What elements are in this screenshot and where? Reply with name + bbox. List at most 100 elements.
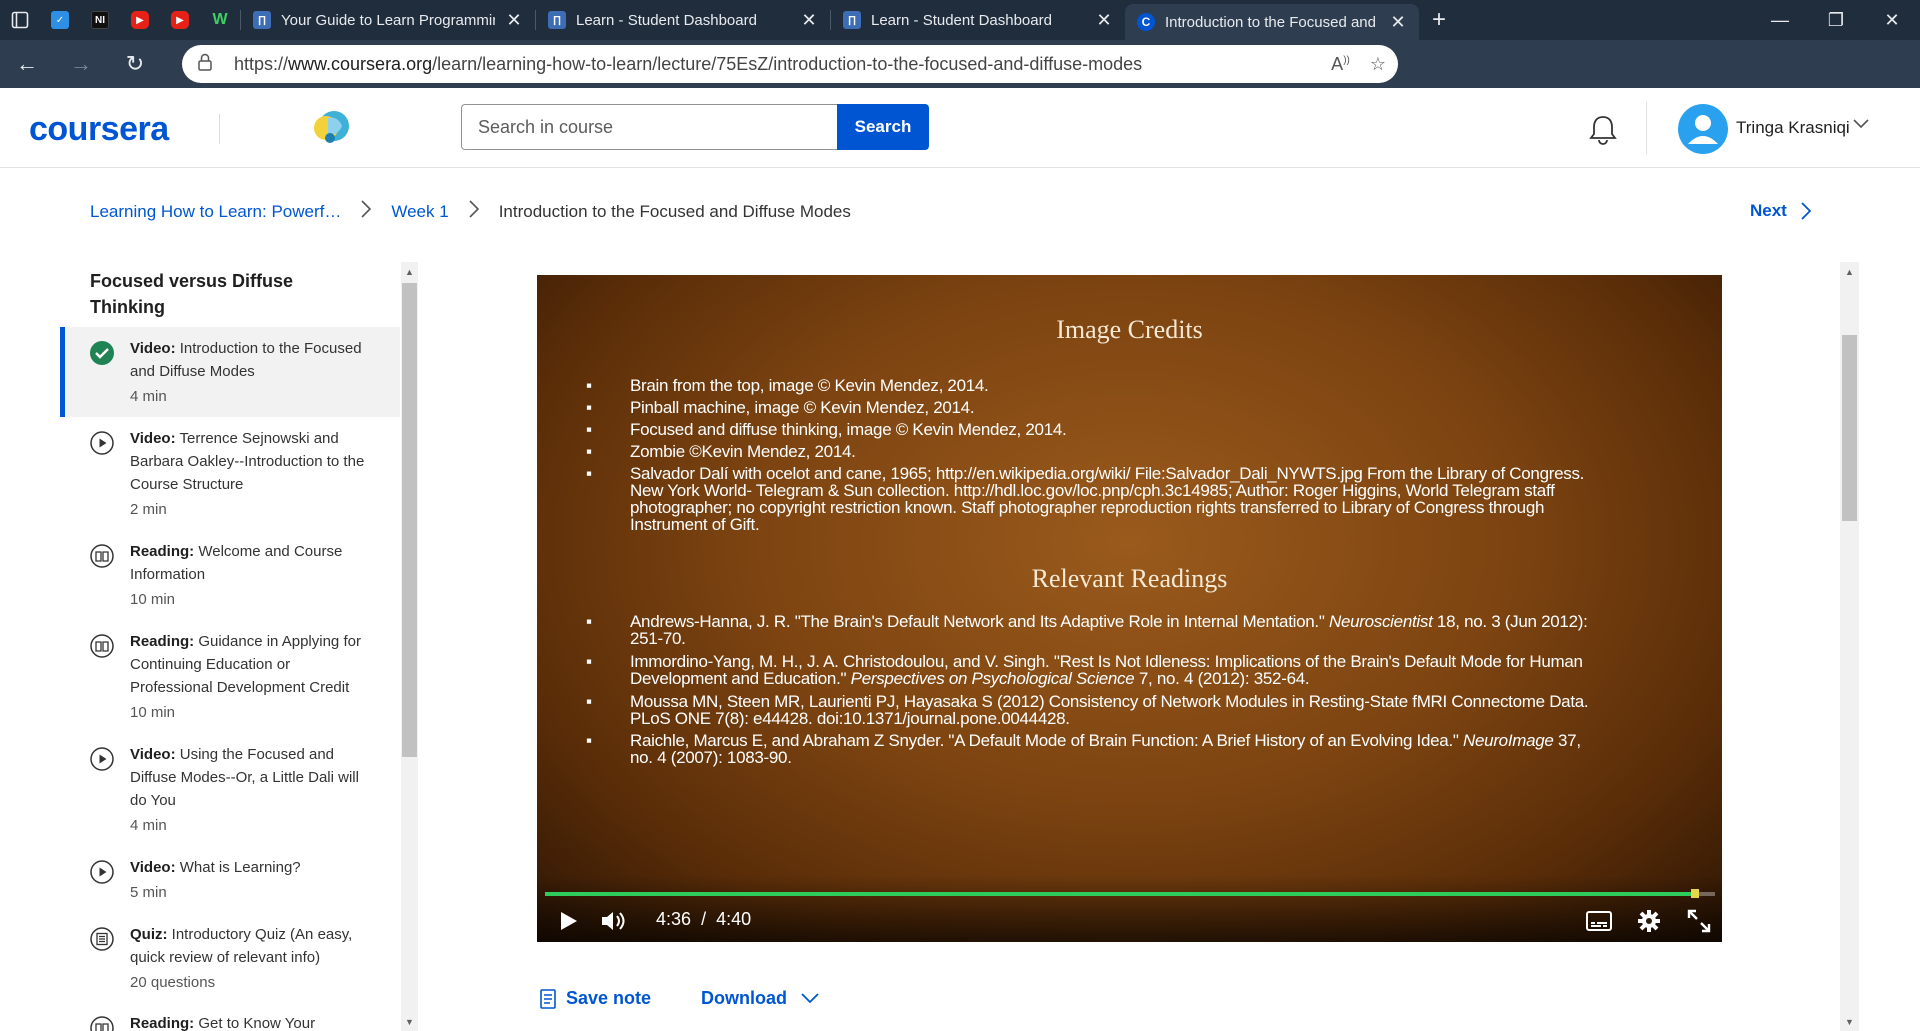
sidebar-item-7[interactable]: Reading: Get to Know Your: [60, 1012, 400, 1031]
tab-3-active[interactable]: C Introduction to the Focused and ✕: [1125, 4, 1419, 40]
forward-icon[interactable]: →: [54, 40, 108, 88]
video-progress-fill: [545, 892, 1696, 896]
chevron-right-icon: [469, 200, 479, 224]
close-tab-icon[interactable]: ✕: [1095, 10, 1113, 31]
notifications-bell-icon[interactable]: [1588, 114, 1618, 146]
search-button[interactable]: Search: [837, 104, 929, 150]
read-aloud-icon[interactable]: A)): [1331, 54, 1350, 75]
scroll-down-icon[interactable]: ▼: [1841, 1013, 1858, 1030]
breadcrumb: Learning How to Learn: Powerf… Week 1 In…: [90, 200, 851, 224]
learn-icon: ∏: [843, 11, 861, 29]
sidebar-item-3[interactable]: Reading: Guidance in Applying for Contin…: [60, 630, 400, 724]
user-avatar[interactable]: [1678, 104, 1728, 154]
volume-icon[interactable]: [599, 905, 629, 937]
video-player[interactable]: Image Credits ▪ Brain from the top, image…: [537, 275, 1722, 942]
tab-0[interactable]: ∏ Your Guide to Learn Programmin ✕: [241, 0, 535, 40]
search-input[interactable]: Search in course: [461, 104, 838, 150]
video-time: 4:36 / 4:40: [656, 909, 751, 930]
pinned-tab-youtube-2[interactable]: ▶: [160, 0, 200, 40]
pinned-tab-todo[interactable]: ✓: [40, 0, 80, 40]
chevron-right-icon: [361, 200, 372, 224]
breadcrumb-course-link[interactable]: Learning How to Learn: Powerf…: [90, 202, 341, 222]
minimize-icon[interactable]: —: [1752, 0, 1808, 40]
item-type: Quiz:: [130, 926, 168, 943]
reading-item: ▪ Andrews-Hanna, J. R. "The Brain's Defau…: [586, 612, 1588, 648]
tab-title: Introduction to the Focused and: [1165, 13, 1376, 31]
tab-2[interactable]: ∏ Learn - Student Dashboard ✕: [831, 0, 1125, 40]
download-button[interactable]: Download: [701, 988, 819, 1009]
tab-title: Learn - Student Dashboard: [871, 11, 1052, 29]
sidebar-item-0[interactable]: Video: Introduction to the Focused and D…: [60, 327, 400, 417]
back-icon[interactable]: ←: [0, 40, 54, 88]
credit-item: ▪ Focused and diffuse thinking, image © K…: [586, 420, 1067, 439]
learn-icon: ∏: [253, 11, 271, 29]
new-tab-button[interactable]: +: [1419, 6, 1459, 34]
reading-item: ▪ Raichle, Marcus E, and Abraham Z Snyder…: [586, 731, 1581, 767]
video-progress-handle[interactable]: [1691, 889, 1700, 898]
reading-item: ▪ Immordino-Yang, M. H., J. A. Christodou…: [586, 652, 1583, 688]
scroll-up-icon[interactable]: ▲: [1841, 263, 1858, 280]
save-note-button[interactable]: Save note: [540, 988, 651, 1009]
header-divider: [219, 114, 220, 144]
page-scrollbar-thumb[interactable]: [1842, 335, 1857, 521]
play-circle-icon: [90, 860, 114, 884]
address-bar[interactable]: https://www.coursera.org/learn/learning-…: [182, 45, 1398, 83]
learn-icon: ∏: [548, 11, 566, 29]
restore-icon[interactable]: ❐: [1808, 0, 1864, 40]
chevron-right-icon: [1801, 202, 1811, 220]
quiz-icon: [90, 927, 114, 951]
chevron-down-icon: [801, 993, 819, 1004]
sidebar-item-6[interactable]: Quiz: Introductory Quiz (An easy, quick …: [60, 923, 400, 994]
scroll-down-icon[interactable]: ▼: [401, 1013, 418, 1030]
item-type: Video:: [130, 430, 176, 447]
breadcrumb-week-link[interactable]: Week 1: [391, 202, 448, 222]
sidebar-item-5[interactable]: Video: What is Learning? 5 min: [60, 856, 400, 904]
note-icon: [540, 988, 556, 1009]
section-title: Focused versus Diffuse Thinking: [90, 271, 294, 317]
header-divider: [1646, 102, 1647, 154]
sidebar-item-4[interactable]: Video: Using the Focused and Diffuse Mod…: [60, 743, 400, 837]
user-name[interactable]: Tringa Krasniqi: [1736, 118, 1850, 138]
next-button[interactable]: Next: [1750, 201, 1811, 221]
sidebar-scrollbar-thumb[interactable]: [402, 283, 417, 757]
close-tab-icon[interactable]: ✕: [1389, 12, 1407, 33]
breadcrumb-current: Introduction to the Focused and Diffuse …: [498, 202, 851, 221]
tab-actions-icon[interactable]: [0, 0, 40, 40]
pinned-tab-w[interactable]: W: [200, 0, 240, 40]
book-icon: [90, 544, 114, 568]
coursera-logo[interactable]: coursera: [29, 110, 169, 149]
tab-1[interactable]: ∏ Learn - Student Dashboard ✕: [536, 0, 830, 40]
sidebar-item-1[interactable]: Video: Terrence Sejnowski and Barbara Oa…: [60, 427, 400, 521]
item-meta: 10 min: [130, 704, 176, 721]
slide-heading-credits: Image Credits: [1056, 315, 1203, 344]
close-window-icon[interactable]: ✕: [1864, 0, 1920, 40]
refresh-icon[interactable]: ↻: [108, 40, 162, 88]
play-circle-icon: [90, 431, 114, 455]
next-label: Next: [1750, 201, 1787, 220]
pinned-tab-youtube-1[interactable]: ▶: [120, 0, 160, 40]
item-type: Reading:: [130, 543, 195, 560]
duration: 4:40: [716, 909, 752, 929]
youtube-icon: ▶: [171, 11, 189, 29]
sidebar-item-2[interactable]: Reading: Welcome and Course Information …: [60, 540, 400, 611]
slide-heading-readings: Relevant Readings: [1031, 564, 1228, 593]
partner-logo-icon[interactable]: [310, 108, 354, 148]
close-tab-icon[interactable]: ✕: [505, 10, 523, 31]
item-meta: 4 min: [130, 388, 167, 405]
subtitles-icon[interactable]: [1584, 905, 1614, 937]
lock-icon: [198, 53, 220, 76]
pinned-tab-ni[interactable]: NI: [80, 0, 120, 40]
ni-icon: NI: [91, 11, 109, 29]
chevron-down-icon[interactable]: [1853, 116, 1869, 134]
add-favorite-icon[interactable]: ☆: [1370, 54, 1386, 75]
fullscreen-icon[interactable]: [1684, 905, 1714, 937]
coursera-favicon: C: [1137, 13, 1155, 31]
save-note-label: Save note: [566, 988, 652, 1008]
settings-gear-icon[interactable]: [1634, 905, 1664, 937]
play-icon[interactable]: [557, 905, 581, 937]
scroll-up-icon[interactable]: ▲: [401, 263, 418, 280]
window-controls: — ❐ ✕: [1752, 0, 1920, 40]
book-icon: [90, 634, 114, 658]
site-header: coursera Search in course Search Tringa …: [0, 88, 1920, 168]
close-tab-icon[interactable]: ✕: [800, 10, 818, 31]
